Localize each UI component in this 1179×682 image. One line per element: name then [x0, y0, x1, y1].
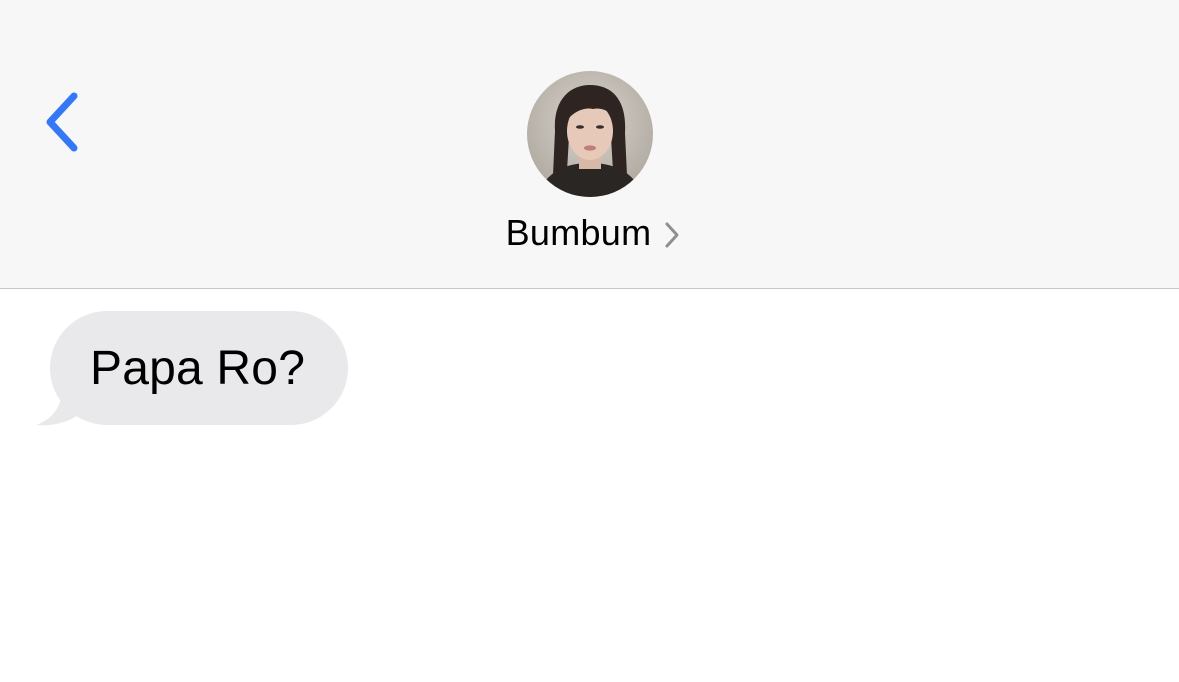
message-list: Papa Ro?: [0, 289, 1179, 682]
avatar-photo: [527, 71, 653, 197]
back-button[interactable]: [28, 80, 92, 164]
contact-name-button[interactable]: Bumbum: [0, 208, 1179, 258]
chevron-right-icon: [663, 221, 681, 249]
conversation-header: Bumbum: [0, 0, 1179, 289]
message-row: Papa Ro?: [34, 311, 354, 429]
avatar[interactable]: [527, 71, 653, 197]
contact-name: Bumbum: [505, 212, 652, 253]
incoming-message-bubble[interactable]: Papa Ro?: [50, 311, 348, 425]
chevron-left-icon: [46, 92, 78, 152]
message-text: Papa Ro?: [90, 341, 306, 395]
messages-screen: Bumbum Papa Ro?: [0, 0, 1179, 682]
